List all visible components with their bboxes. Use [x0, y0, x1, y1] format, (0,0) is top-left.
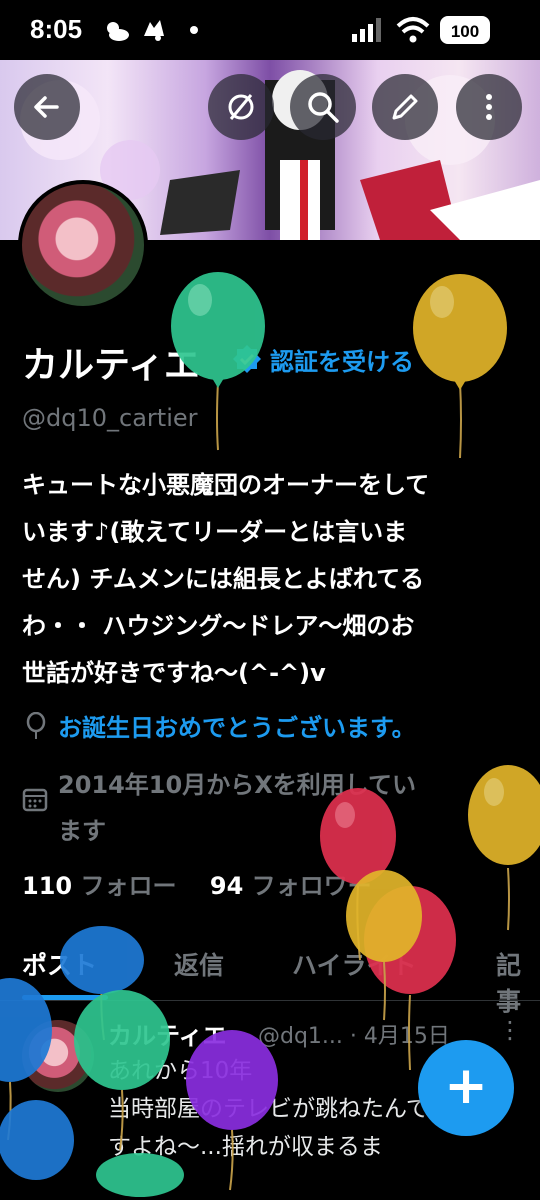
balloon-icon	[26, 712, 46, 739]
bio-line: 世話が好きですね〜(^-^)v	[22, 659, 326, 687]
tab-highlights[interactable]: ハイライト	[292, 946, 417, 982]
calendar-icon	[22, 788, 48, 812]
join-date-line: ます	[58, 817, 106, 845]
status-time: 8:05	[30, 14, 83, 44]
follow-stats: 110 フォロー 94 フォロワー	[22, 866, 372, 901]
tweet-meta: @dq1... · 4月15日	[258, 1024, 450, 1049]
following-link[interactable]: 110 フォロー	[22, 872, 176, 900]
bio-line: せん) チムメンには組長とよばれてる	[22, 565, 425, 593]
back-button[interactable]	[14, 74, 80, 140]
plus-icon: +	[444, 1056, 488, 1116]
profile-bio: キュートな小悪魔団のオーナーをして います♪(敢えてリーダーとは言いま せん) …	[22, 462, 522, 697]
tweet-author-name[interactable]: カルティエ	[108, 1016, 227, 1051]
tab-posts[interactable]: ポスト	[22, 946, 97, 982]
followers-link[interactable]: 94 フォロワー	[210, 872, 372, 900]
bio-line: キュートな小悪魔団のオーナーをして	[22, 471, 430, 499]
profile-avatar[interactable]	[18, 180, 148, 310]
weather-icon	[107, 22, 129, 41]
back-icon	[34, 96, 59, 118]
signal-icon	[352, 18, 381, 42]
app-notification-icon	[144, 20, 164, 41]
followers-label: フォロワー	[251, 872, 372, 900]
not-following-button[interactable]	[208, 74, 274, 140]
notification-dot-icon	[190, 26, 198, 34]
following-label: フォロー	[80, 872, 177, 900]
get-verified-link[interactable]: 認証を受ける	[270, 342, 414, 377]
profile-handle: @dq10_cartier	[22, 404, 198, 432]
birthday-message: お誕生日おめでとうございます。	[58, 714, 416, 742]
tabs-divider	[0, 1000, 540, 1001]
battery-icon: 100	[440, 16, 490, 44]
more-icon	[486, 94, 492, 120]
wifi-icon	[396, 17, 430, 43]
join-date: 2014年10月からXを利用してい ます	[58, 762, 488, 854]
search-icon	[308, 92, 339, 123]
followers-count: 94	[209, 872, 244, 900]
not-following-icon	[228, 94, 254, 120]
tweet-avatar[interactable]	[22, 1020, 94, 1092]
search-button[interactable]	[290, 74, 356, 140]
bio-line: わ・・ ハウジング〜ドレア〜畑のお	[22, 612, 415, 640]
status-bar: 8:05 100	[0, 0, 540, 60]
balloon-yellow	[413, 274, 507, 459]
following-count: 110	[22, 872, 73, 900]
profile-name: カルティエ	[22, 345, 200, 386]
edit-button[interactable]	[372, 74, 438, 140]
tweet-more-icon[interactable]: ⋮	[498, 1016, 522, 1044]
balloon-blue	[0, 1100, 74, 1180]
more-button[interactable]	[456, 74, 522, 140]
bio-line: います♪(敢えてリーダーとは言いま	[22, 518, 408, 546]
tab-replies[interactable]: 返信	[174, 946, 224, 982]
join-date-line: 2014年10月からXを利用してい	[58, 771, 416, 799]
edit-icon	[392, 94, 418, 120]
tweet-line: すよね〜...揺れが収まるま	[108, 1134, 383, 1160]
verified-badge-icon[interactable]	[232, 344, 262, 374]
tab-articles[interactable]: 記事	[496, 946, 540, 1018]
compose-post-button[interactable]: +	[418, 1040, 514, 1136]
